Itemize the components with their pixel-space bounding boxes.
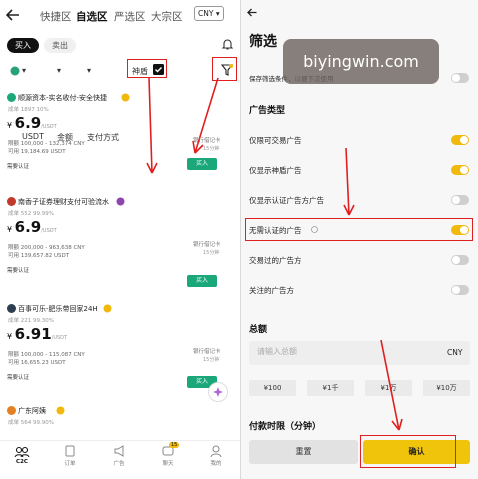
quick-amount-100[interactable]: ¥100 bbox=[249, 380, 296, 396]
nav-ads[interactable]: 广告 bbox=[99, 445, 139, 467]
c2c-icon bbox=[2, 445, 42, 457]
tab-bulk-zone[interactable]: 大宗区 bbox=[151, 9, 183, 24]
buy-tab[interactable]: 买入 bbox=[7, 38, 39, 53]
c2c-market-screen: 快捷区 自选区 严选区 大宗区 CNY ▾ 买入 卖出 USDT ▾ 金额 ▾ … bbox=[0, 0, 240, 479]
verified-badge-icon bbox=[56, 406, 65, 415]
payment-method: 银行借记卡 bbox=[193, 242, 221, 248]
ad-price: ¥ 6.91/USDT bbox=[7, 325, 68, 343]
back-arrow-icon[interactable] bbox=[247, 8, 257, 17]
merchant-stats: 成单 221 99.30% bbox=[8, 318, 54, 324]
shield-only-toggle[interactable] bbox=[451, 165, 469, 175]
requires-verification-badge: 需要认证 bbox=[7, 375, 30, 381]
traded-advertisers-label: 交易过的广告方 bbox=[249, 256, 302, 265]
ad-limit: 限额 100,000 - 115,087 CNY bbox=[8, 352, 85, 358]
merchant-name[interactable]: 广东阿姨 bbox=[18, 406, 46, 416]
payment-method: 银行借记卡 bbox=[193, 349, 221, 355]
ad-limit: 限额 100,000 - 132,374 CNY bbox=[8, 141, 85, 147]
merchant-name[interactable]: 南香子证券理财支付可验流水 bbox=[18, 197, 109, 207]
usdt-coin-icon bbox=[10, 66, 20, 76]
merchant-stats: 成单 564 99.90% bbox=[8, 420, 54, 426]
payment-time: 15分钟 bbox=[203, 146, 220, 152]
nav-orders[interactable]: 订单 bbox=[50, 445, 90, 467]
merchant-avatar bbox=[7, 406, 16, 415]
save-filter-toggle[interactable] bbox=[451, 73, 469, 83]
quick-amount-100k[interactable]: ¥10万 bbox=[423, 380, 470, 396]
merchant-avatar bbox=[7, 93, 16, 102]
chat-unread-badge: 15 bbox=[169, 442, 180, 448]
payment-time-title: 付款时限（分钟） bbox=[249, 422, 322, 432]
notification-bell-icon[interactable] bbox=[222, 38, 233, 50]
ad-limit: 限额 200,000 - 963,638 CNY bbox=[8, 245, 85, 251]
merchant-stats: 成单 1897 10% bbox=[8, 107, 49, 113]
verified-advertiser-toggle[interactable] bbox=[451, 195, 469, 205]
ad-available: 可用 139,657.82 USDT bbox=[8, 253, 70, 259]
bottom-nav: C2C 订单 广告 15 聊天 我的 bbox=[0, 440, 240, 479]
merchant-stats: 成单 552 99.99% bbox=[8, 211, 54, 217]
traded-advertisers-toggle[interactable] bbox=[451, 255, 469, 265]
merchant-name[interactable]: 百事可乐-肥乐带回家24H bbox=[18, 304, 98, 314]
requires-verification-badge: 需要认证 bbox=[7, 268, 30, 274]
payment-time: 15分钟 bbox=[203, 250, 220, 256]
ad-available: 可用 16,655.23 USDT bbox=[8, 360, 66, 366]
ads-icon bbox=[99, 445, 139, 457]
currency-select[interactable]: CNY ▾ bbox=[194, 6, 224, 21]
verified-advertiser-label: 仅显示认证广告方广告 bbox=[249, 196, 324, 205]
verified-badge-icon bbox=[116, 197, 125, 206]
ad-card[interactable]: 南香子证券理财支付可验流水 成单 552 99.99% ¥ 6.9/USDT 限… bbox=[0, 197, 240, 295]
merchant-avatar bbox=[7, 304, 16, 313]
amount-title: 总额 bbox=[249, 325, 268, 335]
ad-type-title: 广告类型 bbox=[249, 106, 286, 116]
ad-price: ¥ 6.9/USDT bbox=[7, 218, 57, 236]
merchant-name[interactable]: 顺源资本-实名收付-安全快捷 bbox=[18, 93, 107, 103]
followed-advertisers-label: 关注的广告方 bbox=[249, 286, 294, 295]
floating-sparkle-button[interactable] bbox=[208, 382, 228, 402]
amount-currency: CNY bbox=[447, 348, 463, 357]
watermark: biyingwin.com bbox=[283, 39, 439, 84]
payment-filter[interactable]: 支付方式 ▾ bbox=[87, 66, 119, 142]
tab-quick-zone[interactable]: 快捷区 bbox=[40, 9, 72, 24]
annotation-arrows-right bbox=[343, 147, 403, 431]
coin-filter[interactable]: USDT ▾ bbox=[22, 66, 44, 141]
merchant-avatar bbox=[7, 197, 16, 206]
orders-icon bbox=[50, 445, 90, 457]
ad-price: ¥ 6.9/USDT bbox=[7, 114, 57, 132]
buy-button[interactable]: 买入 bbox=[187, 275, 217, 287]
ad-available: 可用 19,184.69 USDT bbox=[8, 149, 66, 155]
nav-chat[interactable]: 15 聊天 bbox=[148, 442, 188, 467]
verified-badge-icon bbox=[121, 93, 130, 102]
ad-card[interactable]: 广东阿姨 成单 564 99.90% bbox=[0, 406, 240, 436]
payment-time: 15分钟 bbox=[203, 357, 220, 363]
profile-icon bbox=[196, 445, 236, 457]
page-title: 筛选 bbox=[249, 34, 277, 50]
sell-tab[interactable]: 卖出 bbox=[44, 38, 76, 53]
verified-badge-icon bbox=[103, 304, 112, 313]
ad-card[interactable]: 百事可乐-肥乐带回家24H 成单 221 99.30% ¥ 6.91/USDT … bbox=[0, 304, 240, 402]
followed-advertisers-toggle[interactable] bbox=[451, 285, 469, 295]
amount-filter[interactable]: 金额 ▾ bbox=[57, 66, 73, 142]
ad-card[interactable]: 顺源资本-实名收付-安全快捷 成单 1897 10% ¥ 6.9/USDT 限额… bbox=[0, 93, 240, 191]
tradable-only-toggle[interactable] bbox=[451, 135, 469, 145]
payment-method: 银行借记卡 bbox=[193, 138, 221, 144]
tab-favorite-zone[interactable]: 自选区 bbox=[76, 9, 108, 24]
reset-button[interactable]: 重置 bbox=[249, 440, 358, 464]
tradable-only-label: 仅限可交易广告 bbox=[249, 136, 302, 145]
nav-profile[interactable]: 我的 bbox=[196, 445, 236, 467]
buy-button[interactable]: 买入 bbox=[187, 158, 217, 170]
chat-icon bbox=[148, 445, 188, 457]
shield-only-label: 仅显示神盾广告 bbox=[249, 166, 302, 175]
tab-select-zone[interactable]: 严选区 bbox=[114, 9, 146, 24]
nav-c2c[interactable]: C2C bbox=[2, 445, 42, 465]
requires-verification-badge: 需要认证 bbox=[7, 164, 30, 170]
